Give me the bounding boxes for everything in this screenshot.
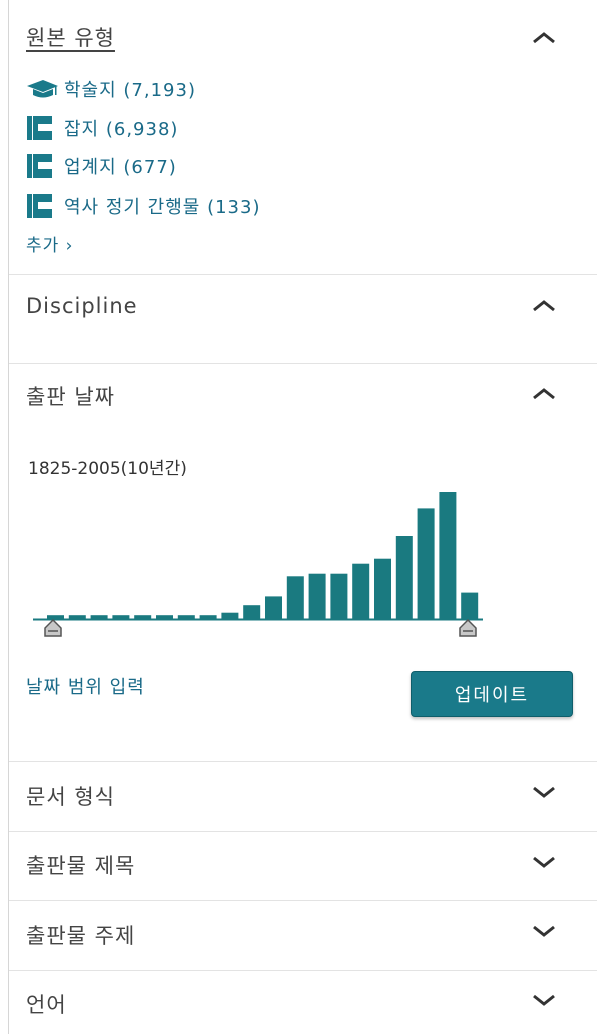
source-type-title[interactable]: 원본 유형 xyxy=(26,22,115,52)
pub-date-title[interactable]: 출판 날짜 xyxy=(26,381,115,411)
histogram-bar xyxy=(265,596,282,619)
pub-title-title[interactable]: 출판물 제목 xyxy=(26,850,135,880)
histogram-bar xyxy=(439,492,457,619)
magazine-icon xyxy=(26,114,64,142)
magazine-icon xyxy=(26,152,64,180)
histogram-bar xyxy=(90,615,108,619)
histogram-bar xyxy=(221,612,239,619)
histogram-bar xyxy=(243,605,261,619)
chevron-down-icon[interactable] xyxy=(527,919,561,943)
histogram-bar xyxy=(199,615,217,619)
enter-date-range-link[interactable]: 날짜 범위 입력 xyxy=(26,673,145,699)
source-type-label: 역사 정기 간행물 (133) xyxy=(64,197,261,218)
histogram-bar xyxy=(461,592,479,619)
divider xyxy=(9,363,597,364)
filter-panel: 원본 유형 학술지 (7,193) 잡지 (6,938) 업계지 (677) 역… xyxy=(8,0,597,1034)
date-range-label: 1825-2005(10년간) xyxy=(28,459,187,479)
histogram-bar xyxy=(112,615,130,619)
histogram-bar xyxy=(374,558,391,619)
histogram-bar xyxy=(47,615,64,619)
histogram-bar xyxy=(134,615,152,619)
histogram-bar xyxy=(417,508,435,619)
source-type-label: 학술지 (7,193) xyxy=(64,80,196,101)
chevron-down-icon[interactable] xyxy=(527,988,561,1012)
more-link[interactable]: 추가 › xyxy=(26,231,73,256)
source-type-item-trade[interactable]: 업계지 (677) xyxy=(26,151,177,181)
histogram-bar xyxy=(352,563,370,619)
date-histogram xyxy=(33,492,483,637)
chevron-up-icon[interactable] xyxy=(527,26,561,50)
histogram-bar xyxy=(308,573,326,619)
divider xyxy=(9,970,597,971)
histogram-bar xyxy=(330,573,348,619)
divider xyxy=(9,274,597,275)
range-handle-right[interactable] xyxy=(459,618,477,637)
source-type-item-journal[interactable]: 학술지 (7,193) xyxy=(26,74,196,104)
pub-subject-title[interactable]: 출판물 주제 xyxy=(26,920,135,950)
magazine-icon xyxy=(26,192,64,220)
divider xyxy=(9,761,597,762)
source-type-label: 잡지 (6,938) xyxy=(64,119,179,140)
chevron-up-icon[interactable] xyxy=(527,382,561,406)
chevron-down-icon[interactable] xyxy=(527,850,561,874)
doc-format-title[interactable]: 문서 형식 xyxy=(26,781,115,811)
source-type-item-magazine[interactable]: 잡지 (6,938) xyxy=(26,113,178,143)
language-title[interactable]: 언어 xyxy=(26,989,67,1019)
discipline-title[interactable]: Discipline xyxy=(26,294,138,318)
histogram-bar xyxy=(286,576,304,619)
histogram-bar xyxy=(68,615,86,619)
source-type-label: 업계지 (677) xyxy=(64,157,177,178)
histogram-bar xyxy=(177,615,195,619)
chevron-up-icon[interactable] xyxy=(527,294,561,318)
range-handle-left[interactable] xyxy=(44,618,62,637)
update-button[interactable]: 업데이트 xyxy=(411,671,573,717)
graduation-cap-icon xyxy=(26,75,64,103)
histogram-bar xyxy=(156,615,173,619)
divider xyxy=(9,831,597,832)
chevron-down-icon[interactable] xyxy=(527,780,561,804)
source-type-item-historical[interactable]: 역사 정기 간행물 (133) xyxy=(26,191,261,221)
histogram-bar xyxy=(395,536,413,619)
divider xyxy=(9,900,597,901)
